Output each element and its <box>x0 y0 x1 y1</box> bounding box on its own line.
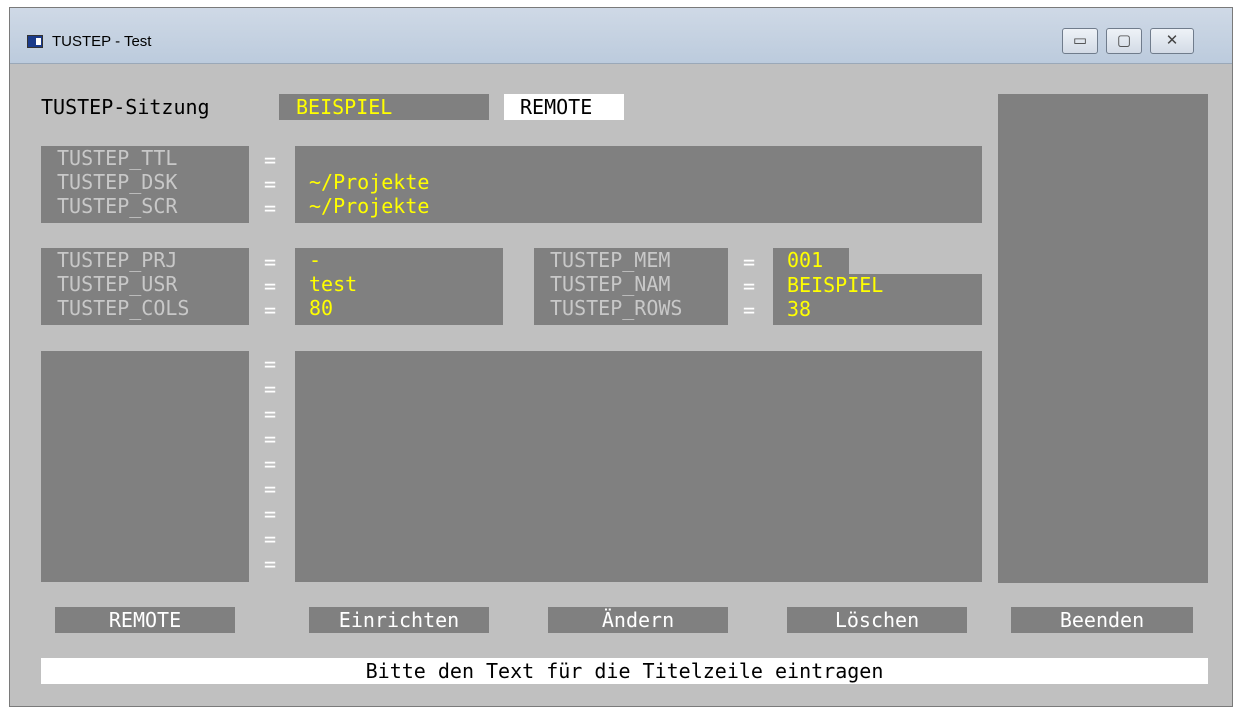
minimize-button[interactable]: ▭ <box>1062 28 1098 54</box>
equals-sign: = <box>264 502 277 526</box>
setup-button[interactable]: Einrichten <box>309 607 489 633</box>
label-tustep-ttl: TUSTEP_TTL <box>57 146 178 170</box>
maximize-button[interactable]: ▢ <box>1106 28 1142 54</box>
value-tustep-nam[interactable]: BEISPIEL <box>787 274 883 297</box>
equals-sign: = <box>743 298 756 322</box>
value-tustep-usr[interactable]: test <box>309 273 357 296</box>
equals-sign: = <box>743 274 756 298</box>
session-name: BEISPIEL <box>296 95 393 119</box>
value-tustep-rows[interactable]: 38 <box>787 298 811 321</box>
equals-sign: = <box>264 452 277 476</box>
group2-left-labels: TUSTEP_PRJ TUSTEP_USR TUSTEP_COLS <box>41 248 249 325</box>
delete-button[interactable]: Löschen <box>787 607 967 633</box>
app-icon <box>27 35 43 48</box>
remote-button[interactable]: REMOTE <box>55 607 235 633</box>
label-tustep-prj: TUSTEP_PRJ <box>57 248 178 272</box>
session-label: TUSTEP-Sitzung <box>41 95 210 119</box>
equals-sign: = <box>264 148 277 172</box>
label-tustep-cols: TUSTEP_COLS <box>57 296 190 320</box>
group3-labels <box>41 351 249 582</box>
value-tustep-mem[interactable]: 001 <box>787 249 823 272</box>
value-tustep-dsk[interactable]: ~/Projekte <box>309 171 429 194</box>
window-title: TUSTEP - Test <box>52 33 152 50</box>
close-button[interactable]: ✕ <box>1150 28 1194 54</box>
quit-button[interactable]: Beenden <box>1011 607 1193 633</box>
value-tustep-scr[interactable]: ~/Projekte <box>309 195 429 218</box>
label-tustep-mem: TUSTEP_MEM <box>550 248 671 272</box>
value-tustep-nam-rows-field[interactable]: BEISPIEL 38 <box>773 274 982 325</box>
group2-right-labels: TUSTEP_MEM TUSTEP_NAM TUSTEP_ROWS <box>534 248 728 325</box>
label-tustep-nam: TUSTEP_NAM <box>550 272 671 296</box>
equals-sign: = <box>264 172 277 196</box>
equals-sign: = <box>264 298 277 322</box>
equals-sign: = <box>264 402 277 426</box>
equals-sign: = <box>264 377 277 401</box>
group1-values-field[interactable]: ~/Projekte ~/Projekte <box>295 146 982 223</box>
session-mode: REMOTE <box>520 95 593 119</box>
session-mode-field[interactable]: REMOTE <box>504 94 624 120</box>
group3-values-field[interactable] <box>295 351 982 582</box>
status-bar: Bitte den Text für die Titelzeile eintra… <box>41 658 1208 684</box>
side-panel <box>998 94 1208 583</box>
equals-sign: = <box>264 477 277 501</box>
equals-sign: = <box>264 527 277 551</box>
label-tustep-scr: TUSTEP_SCR <box>57 194 178 218</box>
label-tustep-rows: TUSTEP_ROWS <box>550 296 683 320</box>
value-tustep-mem-field[interactable]: 001 <box>773 248 849 274</box>
app-window: TUSTEP - Test ▭ ▢ ✕ TUSTEP-Sitzung BEISP… <box>9 7 1233 707</box>
label-tustep-dsk: TUSTEP_DSK <box>57 170 178 194</box>
title-bar: TUSTEP - Test ▭ ▢ ✕ <box>10 8 1232 64</box>
equals-sign: = <box>264 250 277 274</box>
label-tustep-usr: TUSTEP_USR <box>57 272 178 296</box>
equals-sign: = <box>743 250 756 274</box>
group2-left-values-field[interactable]: - test 80 <box>295 248 503 325</box>
equals-sign: = <box>264 352 277 376</box>
value-tustep-cols[interactable]: 80 <box>309 297 333 320</box>
group1-labels: TUSTEP_TTL TUSTEP_DSK TUSTEP_SCR <box>41 146 249 223</box>
equals-sign: = <box>264 196 277 220</box>
equals-sign: = <box>264 427 277 451</box>
client-area: TUSTEP-Sitzung BEISPIEL REMOTE TUSTEP_TT… <box>10 64 1232 706</box>
equals-sign: = <box>264 274 277 298</box>
group3-equals-column: = = = = = = = = = <box>264 352 276 577</box>
session-name-field[interactable]: BEISPIEL <box>279 94 489 120</box>
value-tustep-prj[interactable]: - <box>309 249 321 272</box>
equals-sign: = <box>264 552 277 576</box>
change-button[interactable]: Ändern <box>548 607 728 633</box>
